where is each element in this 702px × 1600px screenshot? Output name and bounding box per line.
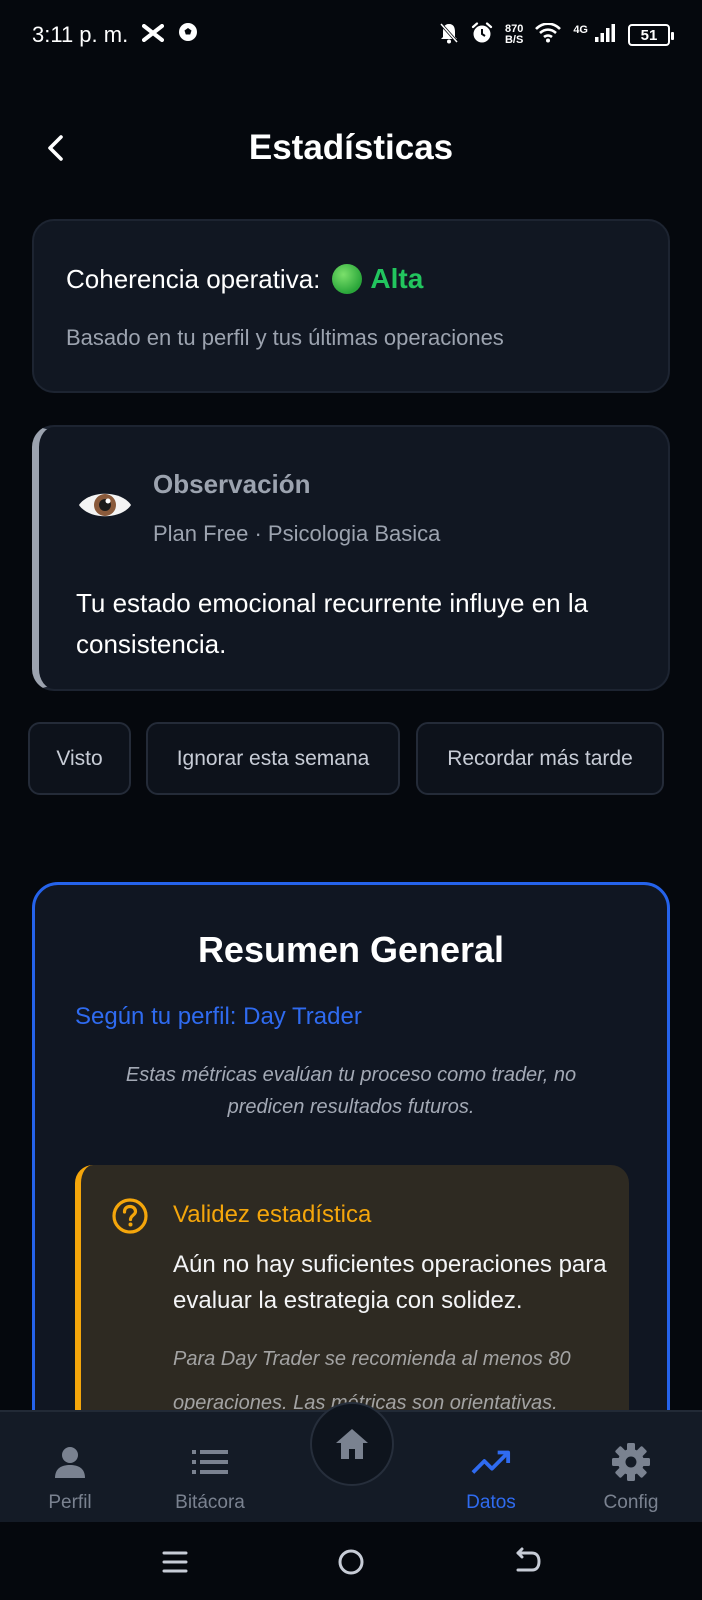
speed-unit: B/S <box>504 34 524 46</box>
coherence-card: Coherencia operativa: Alta Basado en tu … <box>32 219 670 393</box>
header: Estadísticas <box>0 110 702 190</box>
gear-icon <box>611 1442 651 1482</box>
page-title: Estadísticas <box>248 128 454 167</box>
system-recents-button[interactable] <box>155 1542 195 1582</box>
nav-label-config: Config <box>603 1492 659 1513</box>
validity-title: Validez estadística <box>173 1201 372 1228</box>
observation-body: Tu estado emocional recurrente influye e… <box>76 588 589 659</box>
green-circle-icon <box>332 264 363 294</box>
nav-item-datos[interactable]: Datos <box>431 1412 551 1524</box>
network-speed: 870 B/S <box>505 24 523 46</box>
coherence-value: Alta <box>370 263 424 294</box>
home-button[interactable] <box>310 1402 394 1486</box>
coherence-label: Coherencia operativa: <box>66 263 321 294</box>
back-arrow-icon <box>516 1547 541 1572</box>
summary-note: Estas métricas evalúan tu proceso como t… <box>125 1064 577 1118</box>
status-time: 3:11 p. m. <box>32 22 129 47</box>
remind-later-button[interactable]: Recordar más tarde <box>416 722 664 795</box>
nav-label-datos: Datos <box>466 1492 516 1513</box>
network-type: 4G <box>573 24 588 36</box>
x-app-icon <box>142 22 165 48</box>
observation-title: Observación <box>153 469 311 499</box>
person-icon <box>50 1442 90 1482</box>
soccer-ball-icon <box>178 22 198 48</box>
mute-bell-icon <box>439 22 459 49</box>
observation-card: Observación Plan Free · Psicologia Basic… <box>32 425 670 691</box>
wifi-icon <box>535 21 562 48</box>
seen-button[interactable]: Visto <box>28 722 131 795</box>
nav-item-config[interactable]: Config <box>571 1412 691 1524</box>
summary-profile: Según tu perfil: Day Trader <box>75 1003 362 1030</box>
battery-icon: 51 <box>628 24 674 46</box>
system-home-button[interactable] <box>331 1542 371 1582</box>
question-circle-icon <box>112 1198 148 1234</box>
eye-icon <box>79 493 131 517</box>
summary-title: Resumen General <box>197 929 505 970</box>
trending-up-icon <box>471 1442 511 1482</box>
system-nav-bar <box>0 1522 702 1600</box>
list-icon <box>190 1442 230 1482</box>
ignore-week-button[interactable]: Ignorar esta semana <box>146 722 400 795</box>
menu-icon <box>162 1551 188 1573</box>
coherence-line: Coherencia operativa: Alta <box>66 263 423 295</box>
nav-label-perfil: Perfil <box>48 1492 92 1513</box>
status-bar: 3:11 p. m. 870 B/S 4G 51 <box>0 0 702 70</box>
validity-body: Aún no hay suficientes operaciones para … <box>173 1251 607 1314</box>
system-back-button[interactable] <box>507 1542 547 1582</box>
observation-meta: Plan Free · Psicologia Basica <box>153 521 441 546</box>
alarm-icon <box>471 21 493 49</box>
coherence-subtitle: Basado en tu perfil y tus últimas operac… <box>66 325 504 350</box>
nav-label-bitacora: Bitácora <box>175 1492 245 1513</box>
circle-home-icon <box>338 1549 364 1575</box>
nav-item-perfil[interactable]: Perfil <box>10 1412 130 1524</box>
nav-item-bitacora[interactable]: Bitácora <box>150 1412 270 1524</box>
signal-icon <box>594 23 616 48</box>
home-icon <box>336 1429 368 1459</box>
